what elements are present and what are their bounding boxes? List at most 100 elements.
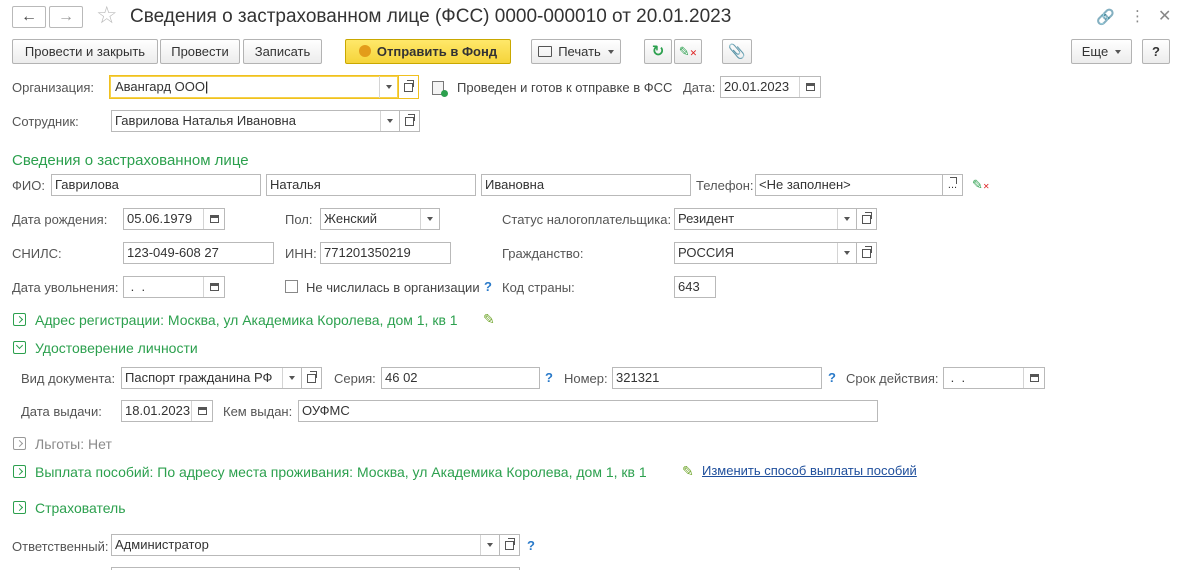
link-icon[interactable]: 🔗 [1096,8,1115,26]
benefits-section-title[interactable]: Льготы: Нет [35,435,112,453]
validity-field[interactable]: . . [943,367,1045,389]
birth-field[interactable]: 05.06.1979 [123,208,225,230]
org-open-button[interactable] [399,75,419,99]
responsible-value: Администратор [115,537,209,552]
employee-value: Гаврилова Наталья Ивановна [115,113,296,128]
clear-edit-button[interactable]: ✎✕ [674,39,702,64]
middle-name-field[interactable]: Ивановна [481,174,691,196]
first-name-field[interactable]: Наталья [266,174,476,196]
open-icon [404,79,414,92]
employee-label: Сотрудник: [12,114,79,129]
send-to-fund-button[interactable]: Отправить в Фонд [345,39,511,64]
arrow-right-icon: → [58,8,74,25]
number-field[interactable]: 321321 [612,367,822,389]
sex-field[interactable]: Женский [320,208,440,230]
inn-label: ИНН: [285,246,317,261]
org-field[interactable]: Авангард ООО| [109,75,399,99]
last-name-field[interactable]: Гаврилова [51,174,261,196]
citizenship-label: Гражданство: [502,246,584,261]
snils-label: СНИЛС: [12,246,62,261]
help-button[interactable]: ? [1142,39,1170,64]
birth-label: Дата рождения: [12,212,108,227]
help-icon[interactable]: ? [527,538,535,553]
back-button[interactable]: ← [12,6,46,28]
attachment-button[interactable]: 📎 [722,39,752,64]
issued-by-label: Кем выдан: [223,404,293,419]
status-text: Проведен и готов к отправке в ФСС [457,80,673,95]
help-icon[interactable]: ? [545,370,553,385]
responsible-field[interactable]: Администратор [111,534,500,556]
tax-status-dropdown[interactable] [837,209,856,229]
date-field[interactable]: 20.01.2023 [720,76,821,98]
sex-dropdown[interactable] [420,209,439,229]
refresh-button[interactable]: ↻ [644,39,672,64]
sex-value: Женский [324,211,377,226]
dismiss-label: Дата увольнения: [12,280,119,295]
calendar-icon[interactable] [191,401,212,421]
citizenship-open-button[interactable] [857,242,877,264]
tax-status-label: Статус налогоплательщика: [502,212,672,227]
pencil-cross-icon[interactable]: ✎✕ [972,178,990,194]
org-dropdown[interactable] [379,76,398,98]
insurer-section-title[interactable]: Страхователь [35,499,126,517]
identity-collapse-icon[interactable] [13,341,26,354]
tax-status-open-button[interactable] [857,208,877,230]
print-label: Печать [558,44,601,59]
calendar-icon[interactable] [203,209,224,229]
pencil-icon[interactable]: ✎ [682,463,694,479]
close-icon[interactable]: ✕ [1158,6,1171,26]
payment-expand-icon[interactable] [13,465,26,478]
save-button[interactable]: Записать [243,39,322,64]
tax-status-field[interactable]: Резидент [674,208,857,230]
issue-date-field[interactable]: 18.01.2023 [121,400,213,422]
citizenship-dropdown[interactable] [837,243,856,263]
employee-field[interactable]: Гаврилова Наталья Ивановна [111,110,400,132]
more-button[interactable]: Еще [1071,39,1132,64]
not-listed-checkbox[interactable] [285,280,298,293]
phone-select-button[interactable]: ... [943,174,963,196]
forward-button[interactable]: → [49,6,83,28]
open-icon [307,370,317,383]
payment-section-title[interactable]: Выплата пособий: По адресу места прожива… [35,463,647,481]
pencil-icon[interactable]: ✎ [483,311,495,327]
address-section-title[interactable]: Адрес регистрации: Москва, ул Академика … [35,311,458,329]
calendar-icon[interactable] [1023,368,1044,388]
open-icon [862,245,872,258]
address-expand-icon[interactable] [13,313,26,326]
series-field[interactable]: 46 02 [381,367,540,389]
send-to-fund-label: Отправить в Фонд [376,44,498,59]
tax-status-value: Резидент [678,211,735,226]
help-icon[interactable]: ? [484,279,492,294]
responsible-open-button[interactable] [500,534,520,556]
date-value: 20.01.2023 [724,79,790,94]
identity-section-title[interactable]: Удостоверение личности [35,339,198,357]
org-value: Авангард ООО [115,79,205,94]
help-icon[interactable]: ? [828,370,836,385]
post-and-close-button[interactable]: Провести и закрыть [12,39,158,64]
doc-type-dropdown[interactable] [282,368,301,388]
responsible-dropdown[interactable] [480,535,499,555]
benefits-expand-icon[interactable] [13,437,26,450]
calendar-icon[interactable] [203,277,224,297]
validity-label: Срок действия: [846,371,939,386]
print-button[interactable]: Печать [531,39,621,64]
phone-field[interactable]: <Не заполнен> [755,174,943,196]
more-vert-icon[interactable]: ⋮ [1130,7,1145,25]
employee-open-button[interactable] [400,110,420,132]
change-payment-link[interactable]: Изменить способ выплаты пособий [702,463,917,478]
country-code-field[interactable]: 643 [674,276,716,298]
post-button[interactable]: Провести [160,39,240,64]
favorite-star-icon[interactable]: ☆ [96,3,118,29]
snils-field[interactable]: 123-049-608 27 [123,242,274,264]
calendar-icon[interactable] [799,77,820,97]
doc-type-field[interactable]: Паспорт гражданина РФ [121,367,302,389]
insurer-expand-icon[interactable] [13,501,26,514]
issued-by-field[interactable]: ОУФМС [298,400,878,422]
insured-section-title: Сведения о застрахованном лице [12,152,249,169]
chevron-down-icon [1115,50,1122,54]
citizenship-field[interactable]: РОССИЯ [674,242,857,264]
inn-field[interactable]: 771201350219 [320,242,451,264]
employee-dropdown[interactable] [380,111,399,131]
doc-type-open-button[interactable] [302,367,322,389]
dismiss-field[interactable]: . . [123,276,225,298]
